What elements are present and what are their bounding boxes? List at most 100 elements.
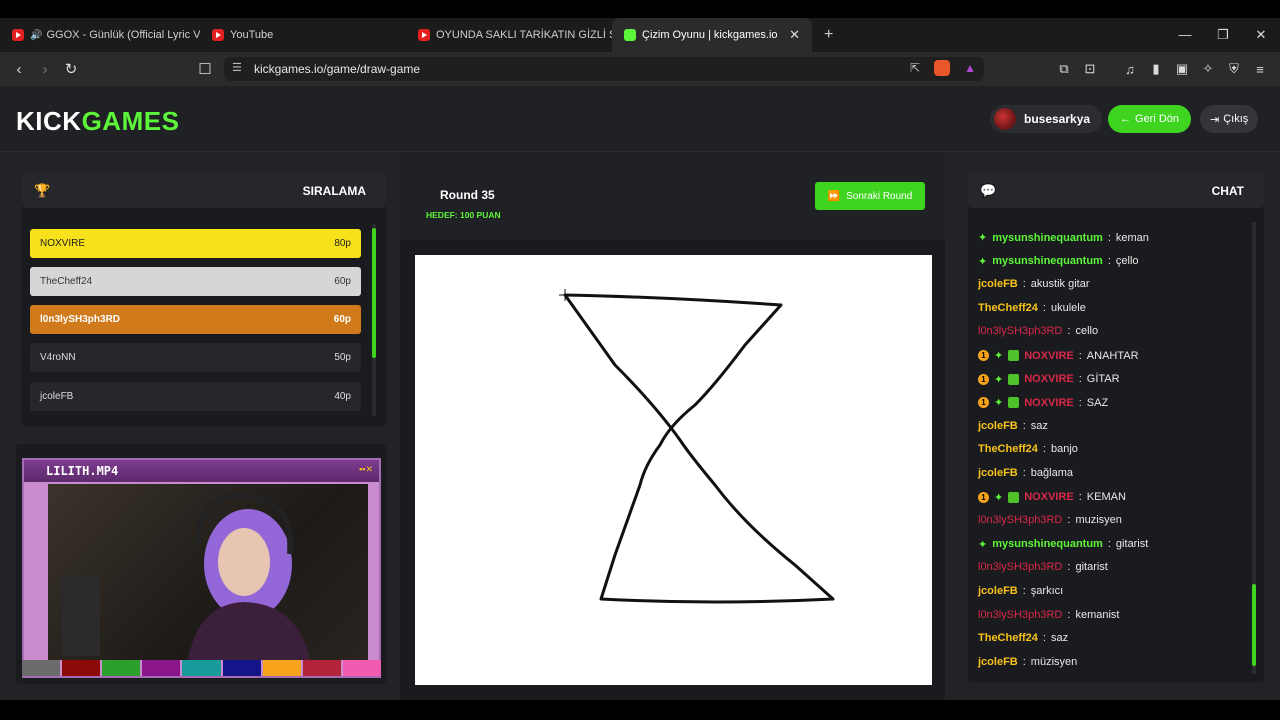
chat-message: 1 ✦ NOXVIRE: GİTAR (978, 373, 1120, 386)
chat-username[interactable]: NOXVIRE (1024, 350, 1074, 362)
hourglass-drawing (559, 289, 835, 604)
chat-username[interactable]: l0n3lySH3ph3RD (978, 325, 1062, 337)
tab-kickgames[interactable]: Çizim Oyunu | kickgames.io ✕ (612, 18, 812, 52)
media-icon[interactable]: ♫ (1122, 62, 1138, 77)
rank-badge-icon: 1 (978, 397, 989, 409)
chat-text: cello (1075, 325, 1099, 338)
chat-message: 1 ✦ NOXVIRE: ANAHTAR (978, 349, 1139, 362)
color-swatch[interactable] (262, 660, 301, 676)
chat-username[interactable]: NOXVIRE (1024, 397, 1074, 409)
drawing-canvas[interactable] (415, 255, 932, 685)
sparkle-badge-icon: ✦ (994, 350, 1004, 362)
chat-separator: : (1107, 538, 1111, 551)
user-chip[interactable]: busesarkya (990, 105, 1103, 133)
back-button[interactable]: ← Geri Dön (1108, 105, 1192, 133)
exit-button[interactable]: ⇥ Çıkış (1200, 105, 1259, 133)
chat-separator: : (1067, 608, 1071, 621)
ranking-title: SIRALAMA (302, 184, 366, 198)
chat-text: muzisyen (1075, 514, 1122, 527)
tab-youtube[interactable]: YouTube (200, 18, 406, 52)
chat-username[interactable]: NOXVIRE (1024, 491, 1074, 503)
color-swatch[interactable] (342, 660, 381, 676)
chat-username[interactable]: jcoleFB (978, 585, 1018, 597)
chat-username[interactable]: mysunshinequantum (992, 232, 1103, 244)
site-settings-icon[interactable]: ☰ (232, 61, 242, 74)
share-icon[interactable]: ⇱ (910, 61, 920, 75)
chat-username[interactable]: TheCheff24 (978, 302, 1038, 314)
window-top-strip (0, 0, 1280, 18)
forward-icon[interactable]: › (32, 61, 58, 78)
site-logo[interactable]: KICKGAMES (16, 106, 179, 137)
sidebar-icon[interactable]: ▮ (1148, 61, 1164, 77)
chat-username[interactable]: mysunshinequantum (992, 255, 1103, 267)
new-tab-button[interactable]: + (824, 18, 833, 52)
chat-text: keman (1115, 231, 1149, 244)
leo-icon[interactable]: ✧ (1200, 61, 1216, 77)
tab-label: GGOX - Günlük (Official Lyric Vid (46, 29, 200, 41)
kickgames-icon (624, 29, 636, 41)
bookmark-icon[interactable]: ☐ (192, 60, 218, 78)
chat-username[interactable]: mysunshinequantum (992, 538, 1103, 550)
browser-tabbar: 🔊 GGOX - Günlük (Official Lyric Vid YouT… (0, 18, 1280, 52)
color-palette (22, 660, 381, 678)
sparkle-badge-icon: ✦ (978, 538, 988, 551)
ranking-scroll-thumb[interactable] (372, 228, 376, 358)
close-window-icon[interactable]: ✕ (1242, 18, 1280, 52)
brave-rewards-icon[interactable]: ▲ (964, 61, 976, 75)
chat-message: TheCheff24: ukulele (978, 302, 1086, 314)
chat-username[interactable]: TheCheff24 (978, 443, 1038, 455)
chat-text: şarkıcı (1030, 585, 1064, 597)
reload-icon[interactable]: ↻ (58, 60, 84, 78)
chat-username[interactable]: l0n3lySH3ph3RD (978, 609, 1062, 621)
chat-text: ANAHTAR (1086, 349, 1139, 362)
minimize-icon[interactable]: — (1166, 18, 1204, 52)
chat-separator: : (1042, 301, 1046, 314)
sparkle-badge-icon: ✦ (994, 491, 1004, 504)
chat-message: l0n3lySH3ph3RD: muzisyen (978, 514, 1122, 526)
chat-username[interactable]: l0n3lySH3ph3RD (978, 561, 1062, 573)
chat-message: jcoleFB: saz (978, 420, 1048, 432)
color-swatch[interactable] (62, 660, 101, 676)
tab-ggox[interactable]: 🔊 GGOX - Günlük (Official Lyric Vid (0, 18, 200, 52)
chat-username[interactable]: TheCheff24 (978, 632, 1038, 644)
chat-username[interactable]: jcoleFB (978, 656, 1018, 668)
chat-text: KEMAN (1086, 491, 1126, 504)
chat-scroll-thumb[interactable] (1252, 584, 1256, 666)
fast-forward-icon: ⏩ (827, 190, 841, 202)
url-text: kickgames.io/game/draw-game (254, 62, 421, 76)
brave-shield-icon[interactable] (934, 60, 950, 76)
back-icon[interactable]: ‹ (6, 61, 32, 78)
color-swatch[interactable] (222, 660, 261, 676)
chat-message: ✦ mysunshinequantum: gitarist (978, 538, 1148, 551)
color-swatch[interactable] (102, 660, 141, 676)
chat-username[interactable]: jcoleFB (978, 467, 1018, 479)
wallet-icon[interactable]: ▣ (1174, 61, 1190, 77)
site-header: KICKGAMES busesarkya ← Geri Dön ⇥ Çıkış (0, 86, 1280, 152)
screenshot-icon[interactable]: ⊡ (1082, 61, 1098, 77)
color-swatch[interactable] (22, 660, 61, 676)
color-swatch[interactable] (182, 660, 221, 676)
chat-message: jcoleFB: şarkıcı (978, 585, 1063, 597)
tab-label: Çizim Oyunu | kickgames.io (642, 29, 778, 41)
color-swatch[interactable] (142, 660, 181, 676)
chat-separator: : (1078, 396, 1082, 409)
menu-icon[interactable]: ≡ (1252, 62, 1268, 77)
player-score: 60p (333, 314, 351, 325)
chat-username[interactable]: jcoleFB (978, 420, 1018, 432)
chat-username[interactable]: NOXVIRE (1024, 373, 1074, 385)
player-score: 40p (334, 391, 351, 402)
chat-username[interactable]: l0n3lySH3ph3RD (978, 514, 1062, 526)
next-round-button[interactable]: ⏩ Sonraki Round (815, 182, 925, 210)
color-swatch[interactable] (302, 660, 341, 676)
webcam-frame: LILITH.MP4 ▪▪✕ (22, 458, 381, 678)
close-tab-icon[interactable]: ✕ (781, 27, 800, 43)
chat-username[interactable]: jcoleFB (978, 278, 1018, 290)
vpn-icon[interactable]: ⛨ (1226, 61, 1242, 77)
extensions-icon[interactable]: ⧉ (1056, 61, 1072, 77)
restore-icon[interactable]: ❐ (1204, 18, 1242, 52)
chat-title: CHAT (1211, 184, 1244, 198)
bottom-strip (0, 700, 1280, 720)
tab-oyunda[interactable]: OYUNDA SAKLI TARİKATIN GİZLİ SIR (406, 18, 612, 52)
url-field[interactable]: ☰ kickgames.io/game/draw-game ⇱ ▲ (224, 57, 984, 81)
chat-separator: : (1022, 585, 1026, 597)
